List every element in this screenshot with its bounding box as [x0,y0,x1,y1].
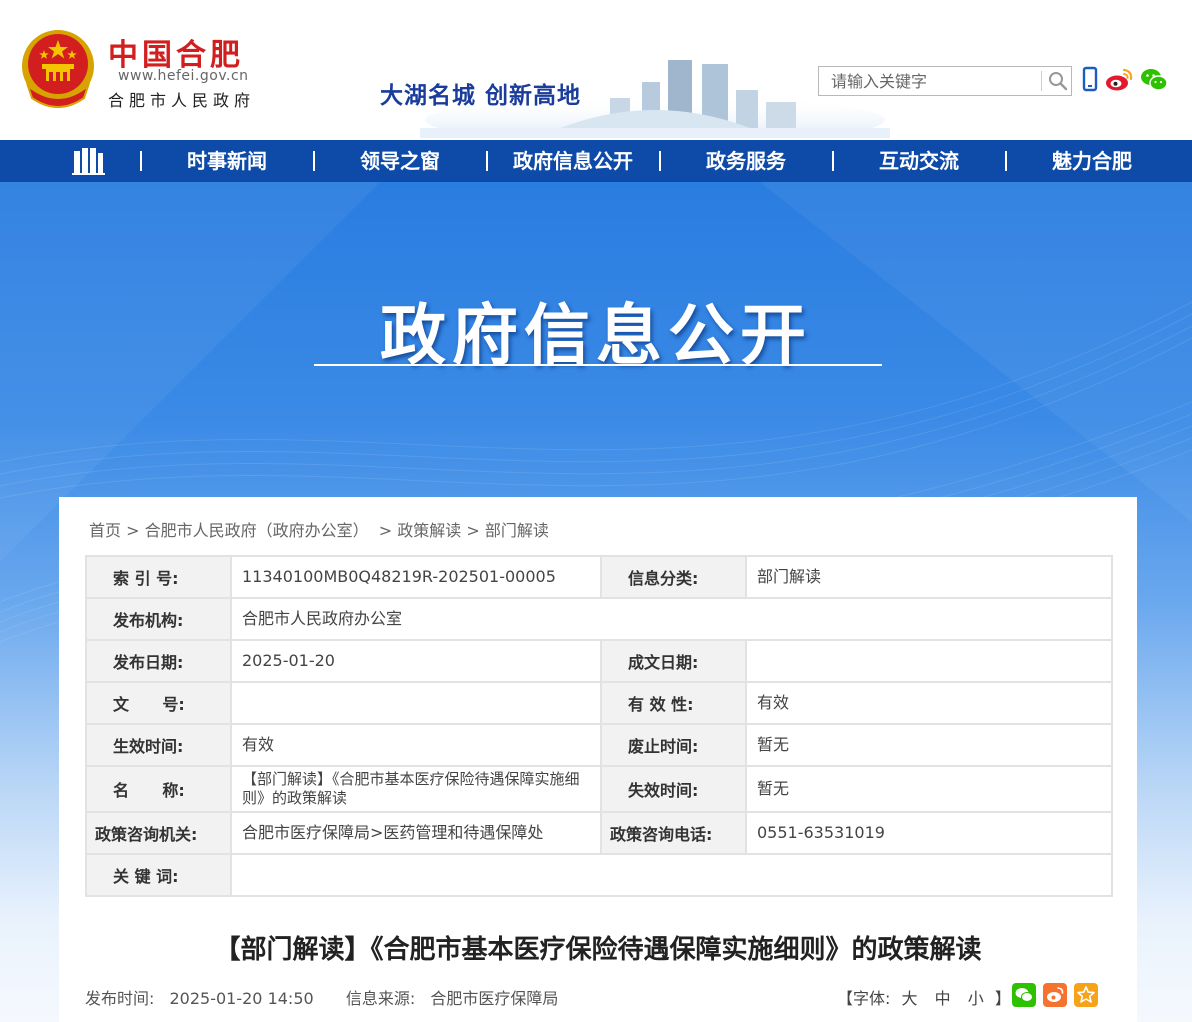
source-label: 信息来源: [345,989,416,1008]
meta-row: 发布日期: 2025-01-20 成文日期: [85,639,1113,683]
pub-time-label: 发布时间: [85,989,155,1008]
effective-value: 有效 [230,723,602,767]
source-value: 合肥市医疗保障局 [430,989,559,1008]
breadcrumb-dept-interpretation[interactable]: 部门解读 [485,521,549,540]
keywords-value [230,853,1113,897]
breadcrumb-separator: > [126,521,145,540]
repeal-label: 废止时间: [600,723,747,767]
share-wechat-icon[interactable] [1012,983,1036,1007]
meta-row: 关 键 词: [85,853,1113,897]
share-weibo-icon[interactable] [1043,983,1067,1007]
name-label: 名 称: [85,765,232,813]
breadcrumb: 首页 > 合肥市人民政府（政府办公室） > 政策解读 > 部门解读 [89,517,549,541]
font-size-switcher: 【字体: 大 中 小 】 [837,985,1011,1009]
main-nav: 时事新闻 领导之窗 政府信息公开 政务服务 互动交流 魅力合肥 [0,140,1192,182]
meta-row: 名 称: 【部门解读】《合肥市基本医疗保险待遇保障实施细则》的政策解读 失效时间… [85,765,1113,813]
effective-label: 生效时间: [85,723,232,767]
write-date-label: 成文日期: [600,639,747,683]
nav-item-charm-hefei[interactable]: 魅力合肥 [1006,140,1178,182]
font-medium-button[interactable]: 中 [935,989,951,1008]
wechat-icon[interactable] [1140,66,1168,94]
write-date-value [745,639,1113,683]
article-meta: 发布时间: 2025-01-20 14:50 信息来源: 合肥市医疗保障局 [85,985,558,1009]
expire-label: 失效时间: [600,765,747,813]
article-title: 【部门解读】《合肥市基本医疗保险待遇保障实施细则》的政策解读 [214,935,982,965]
search-box [818,66,1072,96]
pub-date-value: 2025-01-20 [230,639,602,683]
font-size-label-close: 】 [994,989,1011,1008]
breadcrumb-separator: > [466,521,485,540]
nav-item-news[interactable]: 时事新闻 [141,140,313,182]
meta-row: 发布机构: 合肥市人民政府办公室 [85,597,1113,641]
font-large-button[interactable]: 大 [902,989,918,1008]
nav-item-services[interactable]: 政务服务 [660,140,832,182]
search-divider [1041,71,1042,91]
meta-row: 文 号: 有 效 性: 有效 [85,681,1113,725]
doc-no-label: 文 号: [85,681,232,725]
meta-row: 政策咨询机关: 合肥市医疗保障局>医药管理和待遇保障处 政策咨询电话: 0551… [85,811,1113,855]
search-input[interactable] [819,67,1041,95]
banner-underline [314,364,882,366]
weibo-icon[interactable] [1104,66,1134,94]
meta-row: 生效时间: 有效 废止时间: 暂无 [85,723,1113,767]
publisher-value: 合肥市人民政府办公室 [230,597,1113,641]
publisher-label: 发布机构: [85,597,232,641]
pub-time-value: 2025-01-20 14:50 [169,989,314,1008]
home-building-icon[interactable] [70,146,106,176]
content-card: 首页 > 合肥市人民政府（政府办公室） > 政策解读 > 部门解读 索 引 号:… [59,497,1137,1022]
breadcrumb-policy-interpretation[interactable]: 政策解读 [397,521,461,540]
share-favorite-icon[interactable] [1074,983,1098,1007]
meta-row: 索 引 号: 11340100MB0Q48219R-202501-00005 信… [85,555,1113,599]
doc-no-value [230,681,602,725]
validity-label: 有 效 性: [600,681,747,725]
consult-org-label: 政策咨询机关: [85,811,232,855]
name-value: 【部门解读】《合肥市基本医疗保险待遇保障实施细则》的政策解读 [230,765,602,813]
validity-value: 有效 [745,681,1113,725]
repeal-value: 暂无 [745,723,1113,767]
breadcrumb-gov-office[interactable]: 合肥市人民政府（政府办公室） [145,521,369,540]
site-org: 合肥市人民政府 [108,91,256,110]
site-slogan: 大湖名城 创新高地 [380,82,582,109]
mobile-icon[interactable] [1082,66,1098,94]
site-header: 中国合肥 www.hefei.gov.cn 合肥市人民政府 大湖名城 创新高地 [0,0,1192,140]
national-emblem-icon[interactable] [18,26,98,112]
consult-org-value: 合肥市医疗保障局>医药管理和待遇保障处 [230,811,602,855]
index-label: 索 引 号: [85,555,232,599]
search-icon[interactable] [1047,70,1069,92]
category-label: 信息分类: [600,555,747,599]
nav-item-interaction[interactable]: 互动交流 [833,140,1005,182]
keywords-label: 关 键 词: [85,853,232,897]
expire-value: 暂无 [745,765,1113,813]
consult-tel-label: 政策咨询电话: [600,811,747,855]
font-size-label-open: 【字体: [837,989,891,1008]
font-small-button[interactable]: 小 [968,989,984,1008]
document-meta-table: 索 引 号: 11340100MB0Q48219R-202501-00005 信… [85,555,1113,897]
nav-item-info-disclosure[interactable]: 政府信息公开 [487,140,659,182]
pub-date-label: 发布日期: [85,639,232,683]
site-url: www.hefei.gov.cn [118,68,249,84]
consult-tel-value: 0551-63531019 [745,811,1113,855]
nav-item-leaders[interactable]: 领导之窗 [314,140,486,182]
breadcrumb-home[interactable]: 首页 [89,521,121,540]
breadcrumb-separator: > [373,521,398,540]
category-value: 部门解读 [745,555,1113,599]
index-value: 11340100MB0Q48219R-202501-00005 [230,555,602,599]
